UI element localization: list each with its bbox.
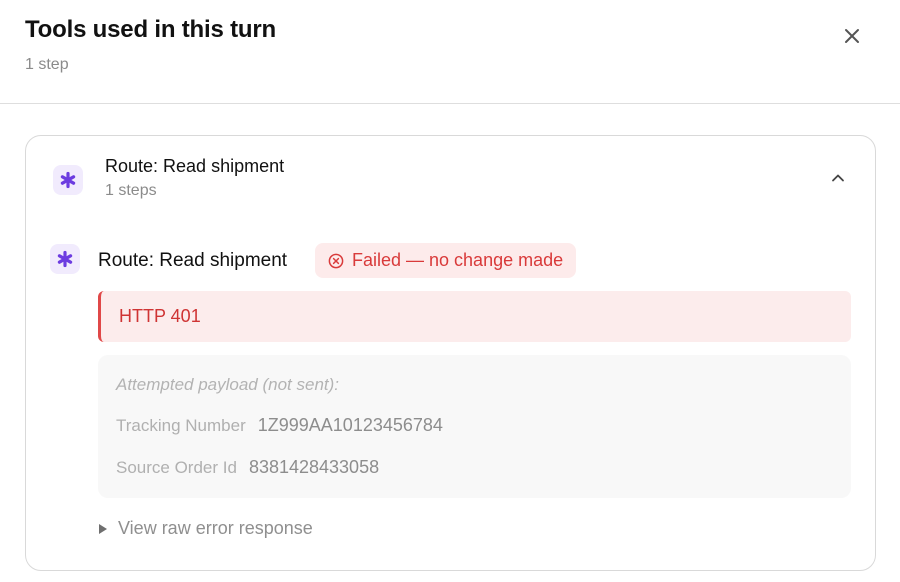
dialog-header: Tools used in this turn 1 step	[0, 0, 900, 104]
triangle-right-icon	[99, 523, 107, 534]
collapse-group-button[interactable]	[826, 166, 850, 190]
payload-field-value: 8381428433058	[248, 457, 380, 477]
puzzle-icon	[60, 171, 76, 189]
step-title: Route: Read shipment	[98, 250, 288, 271]
error-message: HTTP 401	[119, 306, 201, 326]
payload-field-value: 1Z999AA10123456784	[257, 415, 443, 435]
chevron-up-icon	[832, 174, 844, 182]
dialog-subtitle: 1 step	[25, 56, 69, 73]
payload-field: Source Order Id 8381428433058	[116, 457, 379, 478]
error-message-box: HTTP 401	[98, 291, 851, 342]
close-icon	[845, 29, 859, 43]
close-button[interactable]	[838, 22, 866, 50]
status-badge-label: Failed — no change made	[352, 250, 564, 270]
view-raw-error-label: View raw error response	[118, 518, 313, 538]
payload-field-key: Source Order Id	[116, 458, 237, 477]
x-circle-icon	[328, 253, 344, 268]
group-tool-icon-badge	[53, 165, 83, 195]
tool-group-card: Route: Read shipment 1 steps Route: Read…	[25, 135, 876, 571]
view-raw-error-toggle[interactable]: View raw error response	[98, 518, 313, 539]
group-step-count: 1 steps	[105, 182, 157, 199]
payload-field: Tracking Number 1Z999AA10123456784	[116, 415, 443, 436]
payload-field-key: Tracking Number	[116, 416, 246, 435]
puzzle-icon	[57, 250, 73, 268]
payload-title: Attempted payload (not sent):	[116, 375, 340, 394]
status-badge: Failed — no change made	[315, 243, 577, 278]
step-tool-icon-badge	[50, 244, 80, 274]
dialog-title: Tools used in this turn	[25, 16, 276, 43]
group-title: Route: Read shipment	[105, 156, 285, 176]
attempted-payload-panel: Attempted payload (not sent): Tracking N…	[98, 355, 851, 498]
